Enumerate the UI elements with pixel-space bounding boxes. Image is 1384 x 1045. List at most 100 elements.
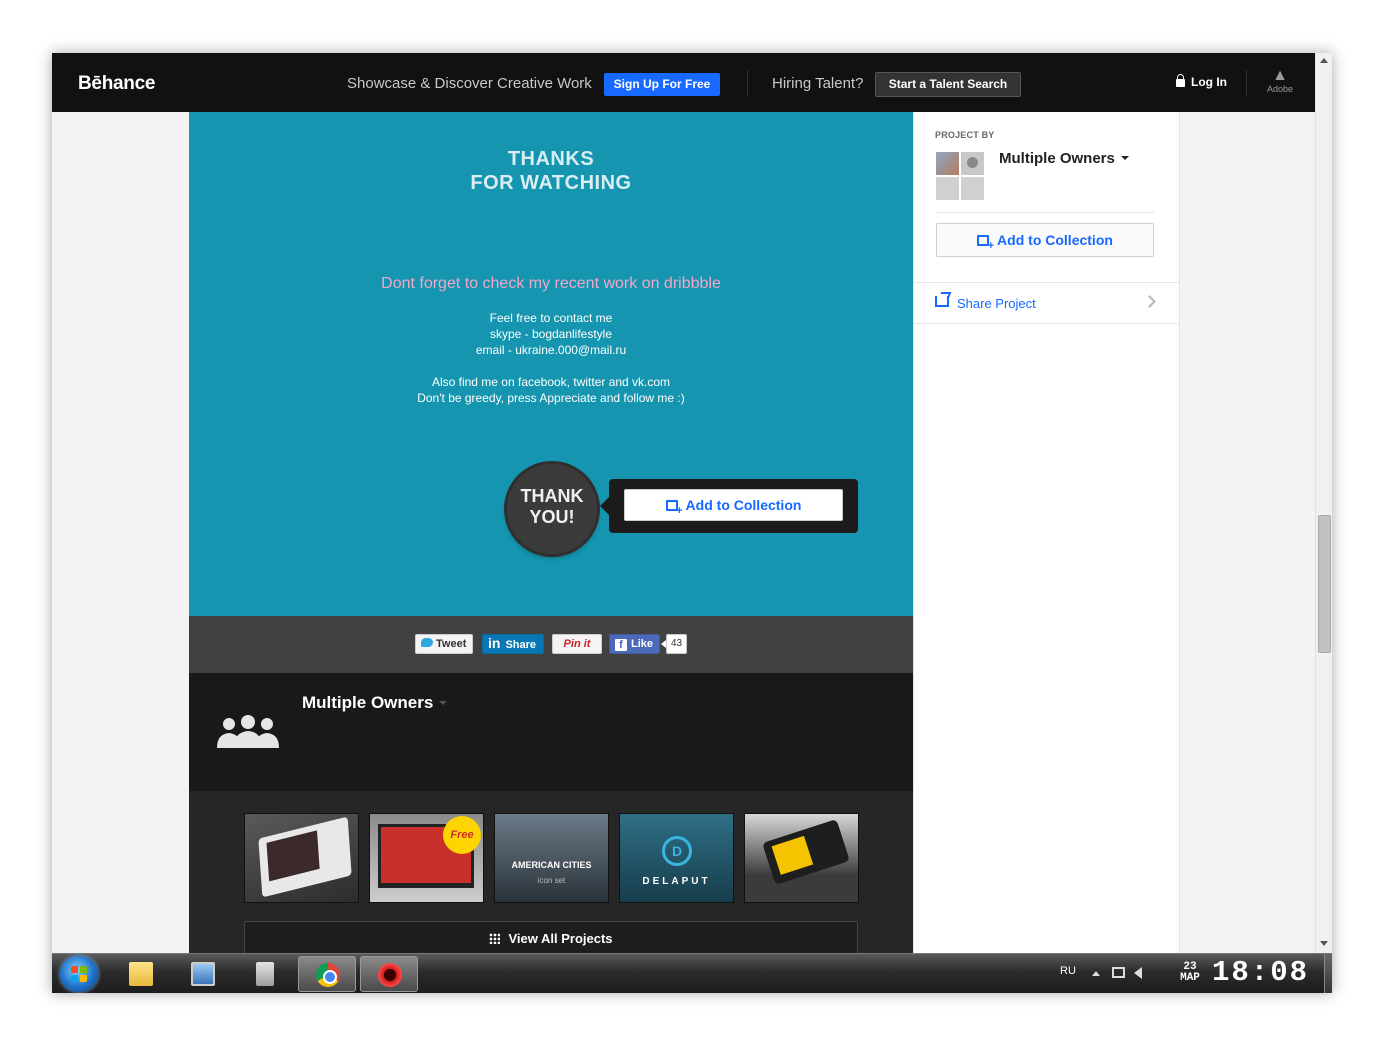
project-final-module: THANKS FOR WATCHING Dont forget to check… [189,112,913,616]
adobe-label: Adobe [1266,84,1294,94]
sidebar-add-to-collection-label: Add to Collection [997,232,1113,248]
linkedin-icon: in [488,635,501,651]
project-thumbnail[interactable]: AMERICAN CITIES icon set [494,813,609,903]
vertical-scrollbar[interactable] [1315,53,1332,953]
badge-line2: YOU! [529,507,575,527]
opera-icon [378,963,402,987]
project-sidebar: PROJECT BY Multiple Owners Add to Collec… [913,112,1180,993]
avatar [936,152,959,175]
sidebar-owner-name: Multiple Owners [999,150,1115,167]
facebook-like-label: Like [631,638,654,650]
lock-icon [1176,74,1185,87]
project-thumbnail[interactable] [244,813,359,903]
windows-taskbar: RU 23 МАР 18:08 [52,953,1332,993]
avatar [961,177,984,200]
show-desktop-button[interactable] [1324,954,1332,993]
free-badge: Free [443,816,481,854]
avatar [936,177,959,200]
language-indicator[interactable]: RU [1060,965,1076,977]
thanks-for-watching-title: THANKS FOR WATCHING [189,147,913,195]
scroll-down-arrow-icon[interactable] [1320,941,1328,946]
chevron-down-icon [439,701,448,705]
top-navigation-bar: Bēhance Showcase & Discover Creative Wor… [52,53,1315,112]
taskbar-calculator[interactable] [236,956,294,992]
thumbnail-title: DELAPUT [642,876,711,887]
thumbnail-art [258,816,352,898]
taskbar-computer[interactable] [174,956,232,992]
hiring-talent-label: Hiring Talent? [772,75,864,92]
contact-info: Feel free to contact me skype - bogdanli… [189,310,913,358]
taskbar-chrome[interactable] [298,956,356,992]
behance-logo[interactable]: Bēhance [78,73,155,95]
linkedin-share-button[interactable]: in Share [482,634,544,654]
network-icon[interactable] [1112,967,1125,978]
facebook-like-count: 43 [661,634,687,654]
badge-line1: THANK [520,486,584,506]
project-thumbnail[interactable]: Free [369,813,484,903]
clock-time[interactable]: 18:08 [1212,958,1309,988]
thanks-title-line2: FOR WATCHING [470,172,632,194]
twitter-icon [421,638,433,647]
skype-line: skype - bogdanlifestyle [489,327,613,341]
sign-up-button[interactable]: Sign Up For Free [604,73,720,96]
add-to-collection-callout: Add to Collection [600,479,858,533]
view-all-projects-label: View All Projects [508,931,613,946]
show-hidden-icons-icon[interactable] [1092,971,1100,976]
share-project-label: Share Project [957,296,1036,311]
log-in-label: Log In [1191,75,1227,89]
facebook-icon: f [615,639,627,651]
thanks-title-line1: THANKS [507,148,595,170]
linkedin-label: Share [505,639,537,651]
volume-icon[interactable] [1134,967,1142,979]
contact-line: Feel free to contact me [489,311,613,325]
thumbnail-title: AMERICAN CITIES [511,860,592,870]
owner-name-label: Multiple Owners [302,693,434,712]
clock-month: МАР [1180,972,1200,984]
social-info: Also find me on facebook, twitter and vk… [189,374,913,406]
collection-icon [977,235,994,252]
browser-viewport: Bēhance Showcase & Discover Creative Wor… [52,53,1332,993]
view-all-projects-button[interactable]: View All Projects [244,921,858,957]
talent-search-button[interactable]: Start a Talent Search [875,72,1021,97]
owner-name-link[interactable]: Multiple Owners [302,693,448,713]
grid-icon [489,933,501,944]
taskbar-explorer[interactable] [112,956,170,992]
pinterest-button[interactable]: Pin it [552,634,602,654]
scroll-up-arrow-icon[interactable] [1320,58,1328,63]
project-content: THANKS FOR WATCHING Dont forget to check… [189,112,913,993]
multiple-owners-icon [217,715,279,748]
adobe-logo-icon: ▲ [1272,67,1288,84]
avatar [961,152,984,175]
log-in-link[interactable]: Log In [1176,74,1227,89]
tweet-button[interactable]: Tweet [415,634,473,654]
project-by-label: PROJECT BY [935,130,995,140]
thank-you-badge: THANK YOU! [507,464,597,554]
collection-icon [665,500,683,517]
social-line: Also find me on facebook, twitter and vk… [431,375,671,389]
monitor-icon [191,962,215,986]
share-project-row[interactable]: Share Project [914,282,1179,324]
share-icon [935,296,949,307]
scrollbar-thumb[interactable] [1318,515,1331,653]
start-button[interactable] [60,956,98,992]
share-bar: Tweet in Share Pin it f Like 43 [189,616,913,673]
adobe-link[interactable]: ▲ Adobe [1264,67,1296,95]
email-line: email - ukraine.000@mail.ru [475,343,627,357]
facebook-like-button[interactable]: f Like [609,634,660,654]
delaput-logo-icon: D [662,836,692,866]
windows-logo-icon [71,966,87,982]
sidebar-add-to-collection-button[interactable]: Add to Collection [936,223,1154,257]
owner-bar: Multiple Owners [189,673,913,791]
tweet-label: Tweet [436,638,467,650]
add-to-collection-button[interactable]: Add to Collection [624,489,843,521]
taskbar-opera[interactable] [360,956,418,992]
dribbble-text: Dont forget to check my recent work on d… [381,275,721,292]
tagline: Showcase & Discover Creative Work [347,75,592,92]
owner-avatars[interactable] [936,152,984,200]
project-thumbnail[interactable]: D DELAPUT [619,813,734,903]
clock-date[interactable]: 23 МАР [1174,962,1206,984]
chevron-down-icon [1120,156,1129,160]
sidebar-owner-dropdown[interactable]: Multiple Owners [999,150,1129,167]
chevron-right-icon [1143,295,1156,308]
project-thumbnail[interactable] [744,813,859,903]
